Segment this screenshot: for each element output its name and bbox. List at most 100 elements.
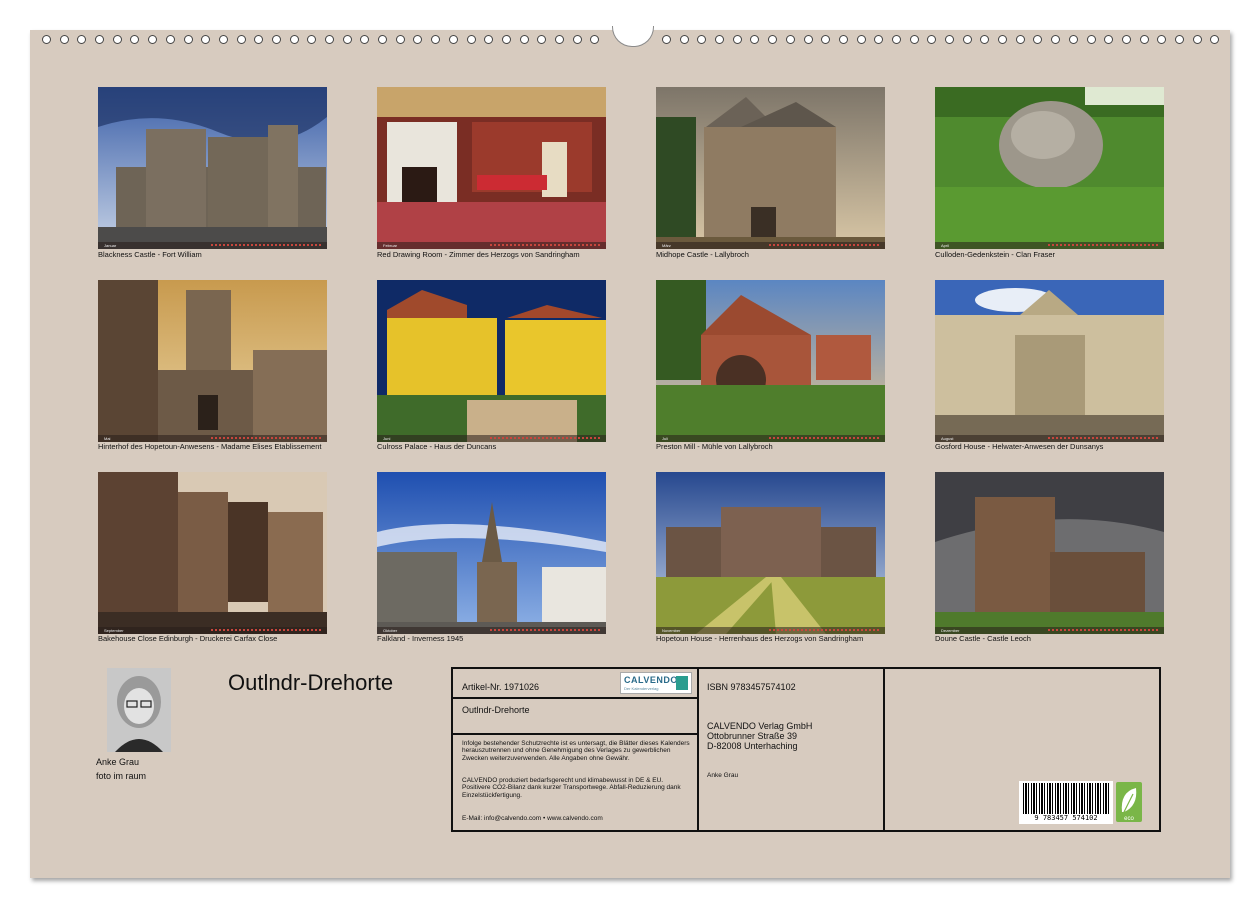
binding-hole <box>413 35 423 44</box>
binding-hole <box>148 35 158 44</box>
binding-hole <box>750 35 760 44</box>
isbn: ISBN 9783457574102 <box>707 682 796 692</box>
binding-hole <box>342 35 352 44</box>
caption-gosford-house: Gosford House - Helwater-Anwesen der Dun… <box>935 442 1104 451</box>
binding-hole <box>1104 35 1114 44</box>
binding-hole <box>448 35 458 44</box>
binding-hole <box>1051 35 1061 44</box>
binding-hole <box>909 35 919 44</box>
photo-culross-palace: Juni <box>377 280 606 442</box>
binding-hole <box>732 35 742 44</box>
spiral-binding <box>30 26 1230 50</box>
legal-notice: Infolge bestehender Schutzrechte ist es … <box>462 740 690 762</box>
photo-hopetoun-house: November <box>656 472 885 634</box>
binding-hole <box>1068 35 1078 44</box>
photo-red-drawing-room: Februar <box>377 87 606 249</box>
binding-hole <box>431 35 441 44</box>
publisher-name: CALVENDO Verlag GmbH <box>707 721 813 731</box>
author-tagline: foto im raum <box>96 771 147 781</box>
binding-hole <box>1192 35 1202 44</box>
photo-hopetoun-courtyard: Mai <box>98 280 327 442</box>
binding-hole <box>590 35 600 44</box>
binding-hole <box>254 35 264 44</box>
caption-culloden-stone: Culloden-Gedenkstein - Clan Fraser <box>935 250 1056 259</box>
caption-midhope-castle: Midhope Castle - Lallybroch <box>656 250 749 259</box>
binding-hole <box>927 35 937 44</box>
photo-falkland: Oktober <box>377 472 606 634</box>
svg-text:eco: eco <box>1124 816 1134 822</box>
binding-hole <box>77 35 87 44</box>
binding-hole <box>768 35 778 44</box>
caption-culross-palace: Culross Palace - Haus der Duncans <box>377 442 497 451</box>
binding-hole <box>95 35 105 44</box>
photo-culloden-stone: April <box>935 87 1164 249</box>
binding-hole <box>803 35 813 44</box>
binding-hole <box>378 35 388 44</box>
publisher-street: Ottobrunner Straße 39 <box>707 731 798 741</box>
binding-hole <box>466 35 476 44</box>
binding-hole <box>165 35 175 44</box>
binding-hole <box>874 35 884 44</box>
publisher-city: D-82008 Unterhaching <box>707 741 798 751</box>
calendar-title: Outlndr-Drehorte <box>228 670 394 695</box>
photo-gosford-house: August <box>935 280 1164 442</box>
binding-holes-left <box>42 35 600 44</box>
binding-hole <box>554 35 564 44</box>
hanger-hook <box>612 26 654 47</box>
binding-hole <box>484 35 494 44</box>
binding-hole <box>1139 35 1149 44</box>
binding-hole <box>998 35 1008 44</box>
caption-red-drawing-room: Red Drawing Room - Zimmer des Herzogs vo… <box>377 250 580 259</box>
caption-blackness-castle: Blackness Castle - Fort William <box>98 250 202 259</box>
binding-hole <box>715 35 725 44</box>
binding-hole <box>42 35 51 44</box>
binding-hole <box>697 35 707 44</box>
article-number: Artikel-Nr. 1971026 <box>462 682 540 692</box>
contact-line: E-Mail: info@calvendo.com • www.calvendo… <box>462 815 603 822</box>
info-title: Outlndr-Drehorte <box>462 705 530 715</box>
binding-hole <box>360 35 370 44</box>
caption-doune-castle: Doune Castle - Castle Leoch <box>935 634 1031 643</box>
binding-hole <box>1157 35 1167 44</box>
binding-hole <box>821 35 831 44</box>
binding-hole <box>1086 35 1096 44</box>
binding-hole <box>945 35 954 44</box>
binding-hole <box>395 35 405 44</box>
caption-preston-mill: Preston Mill - Mühle von Lallybroch <box>656 442 773 451</box>
calvendo-logo: CALVENDO Der Kalenderverlag <box>620 672 692 694</box>
climate-notice: CALVENDO produziert bedarfsgerecht und k… <box>462 777 681 799</box>
binding-hole <box>112 35 122 44</box>
binding-hole <box>856 35 866 44</box>
binding-hole <box>537 35 547 44</box>
isbn-barcode: 9 783457 574102 <box>1019 781 1113 824</box>
binding-hole <box>980 35 990 44</box>
binding-hole <box>785 35 795 44</box>
publisher-info-box: Artikel-Nr. 1971026 CALVENDO Der Kalende… <box>451 667 1161 832</box>
caption-bakehouse-close: Bakehouse Close Edinburgh - Druckerei Ca… <box>98 634 278 643</box>
binding-hole <box>307 35 317 44</box>
binding-hole <box>838 35 848 44</box>
caption-hopetoun-house: Hopetoun House - Herrenhaus des Herzogs … <box>656 634 864 643</box>
binding-hole <box>201 35 211 44</box>
binding-hole <box>289 35 299 44</box>
binding-hole <box>572 35 582 44</box>
photo-midhope-castle: März <box>656 87 885 249</box>
author-name: Anke Grau <box>96 757 140 767</box>
caption-hopetoun-courtyard: Hinterhof des Hopetoun-Anwesens - Madame… <box>98 442 322 451</box>
photo-doune-castle: Dezember <box>935 472 1164 634</box>
eco-leaf-icon: eco <box>1116 782 1142 822</box>
author-small: Anke Grau <box>707 772 739 779</box>
photo-blackness-castle: Januar <box>98 87 327 249</box>
binding-hole <box>325 35 334 44</box>
caption-falkland: Falkland - Inverness 1945 <box>377 634 464 643</box>
binding-hole <box>130 35 140 44</box>
binding-hole <box>891 35 901 44</box>
binding-hole <box>271 35 281 44</box>
binding-hole <box>501 35 511 44</box>
binding-hole <box>183 35 193 44</box>
binding-hole <box>1033 35 1043 44</box>
binding-hole <box>662 35 671 44</box>
binding-hole <box>1210 35 1220 44</box>
binding-hole <box>218 35 228 44</box>
binding-hole <box>962 35 972 44</box>
